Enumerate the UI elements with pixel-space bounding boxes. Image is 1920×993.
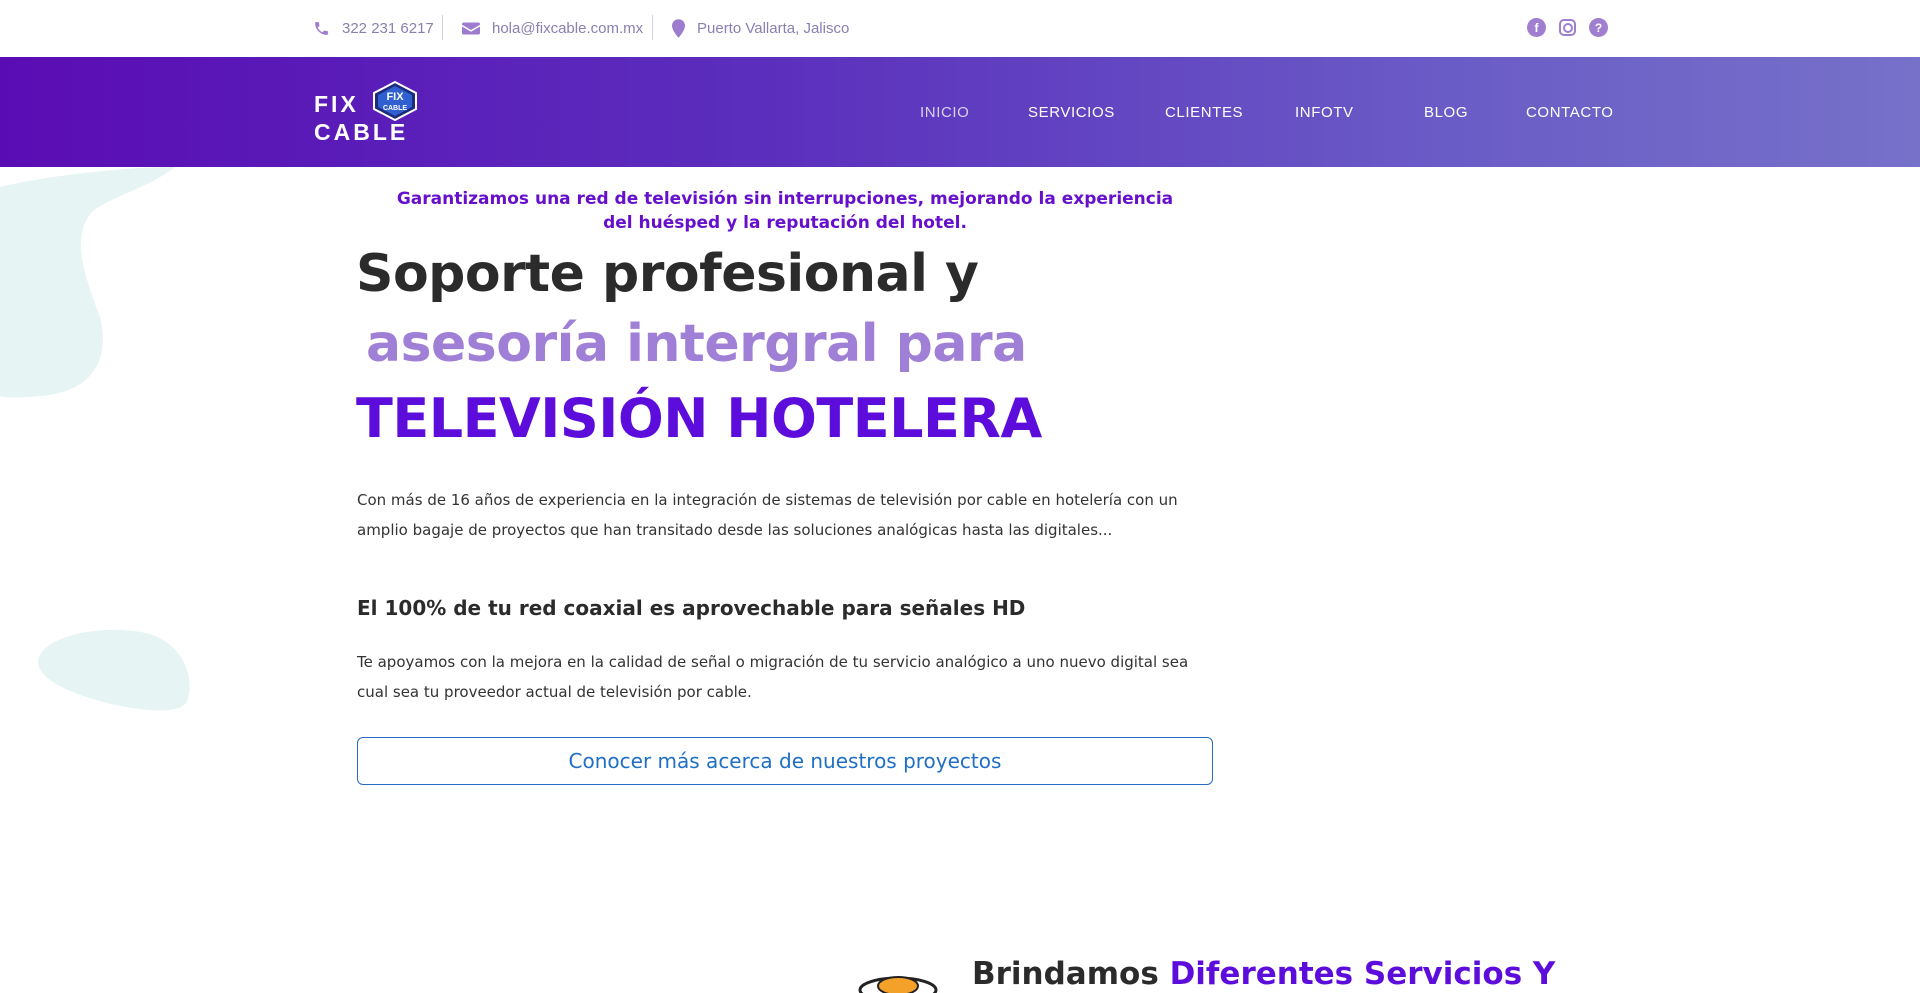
location-contact: Puerto Vallarta, Jalisco: [672, 0, 849, 57]
map-pin-icon: [672, 19, 685, 38]
top-contact-bar: 322 231 6217 hola@fixcable.com.mx Puerto…: [0, 0, 1920, 57]
phone-number: 322 231 6217: [342, 20, 434, 37]
hero-title-line3: TELEVISIÓN HOTELERA: [356, 387, 1042, 450]
facebook-icon[interactable]: f: [1527, 18, 1546, 37]
fixcable-logo[interactable]: FIX CABLE FIX CABLE: [314, 79, 424, 145]
main-navbar: FIX CABLE FIX CABLE INICIO SERVICIOS CLI…: [0, 57, 1920, 167]
hero-title-line2: asesoría intergral para: [366, 314, 1027, 374]
nav-infotv[interactable]: INFOTV: [1295, 57, 1354, 167]
envelope-icon: [462, 22, 480, 35]
logo-text-cable: CABLE: [314, 119, 409, 145]
decorative-blob-left: [38, 629, 190, 711]
logo-text-fix: FIX: [314, 91, 359, 117]
email-contact[interactable]: hola@fixcable.com.mx: [462, 0, 643, 57]
logo-badge-icon: FIX CABLE: [373, 81, 417, 121]
nav-contacto[interactable]: CONTACTO: [1526, 57, 1614, 167]
location-text: Puerto Vallarta, Jalisco: [697, 20, 850, 37]
hero-support-text: Te apoyamos con la mejora en la calidad …: [357, 653, 1189, 701]
phone-contact[interactable]: 322 231 6217: [313, 0, 434, 57]
services-illustration: [858, 976, 938, 993]
hero-title-line1: Soporte profesional y: [356, 244, 979, 304]
instagram-icon[interactable]: [1559, 19, 1576, 36]
help-icon[interactable]: ?: [1589, 18, 1608, 37]
phone-icon: [315, 22, 328, 35]
nav-clientes[interactable]: CLIENTES: [1165, 57, 1243, 167]
email-address: hola@fixcable.com.mx: [492, 20, 644, 37]
hero-tagline: Garantizamos una red de televisión sin i…: [396, 189, 1174, 233]
nav-inicio[interactable]: INICIO: [920, 57, 969, 167]
nav-blog[interactable]: BLOG: [1424, 57, 1468, 167]
projects-cta-button[interactable]: Conocer más acerca de nuestros proyectos: [357, 737, 1213, 785]
services-title-plain: Brindamos: [972, 956, 1170, 992]
hero-subheading: El 100% de tu red coaxial es aprovechabl…: [357, 596, 1026, 620]
services-title-highlight: Diferentes Servicios Y: [1169, 956, 1556, 992]
logo-badge-top: FIX: [386, 91, 404, 103]
divider: [442, 15, 443, 40]
nav-servicios[interactable]: SERVICIOS: [1028, 57, 1115, 167]
logo-badge-bottom: CABLE: [383, 105, 407, 112]
decorative-blob-top-left: [0, 167, 175, 398]
hero-intro-text: Con más de 16 años de experiencia en la …: [357, 491, 1178, 539]
services-section-title: Brindamos Diferentes Servicios Y: [972, 956, 1555, 992]
divider: [652, 15, 653, 40]
